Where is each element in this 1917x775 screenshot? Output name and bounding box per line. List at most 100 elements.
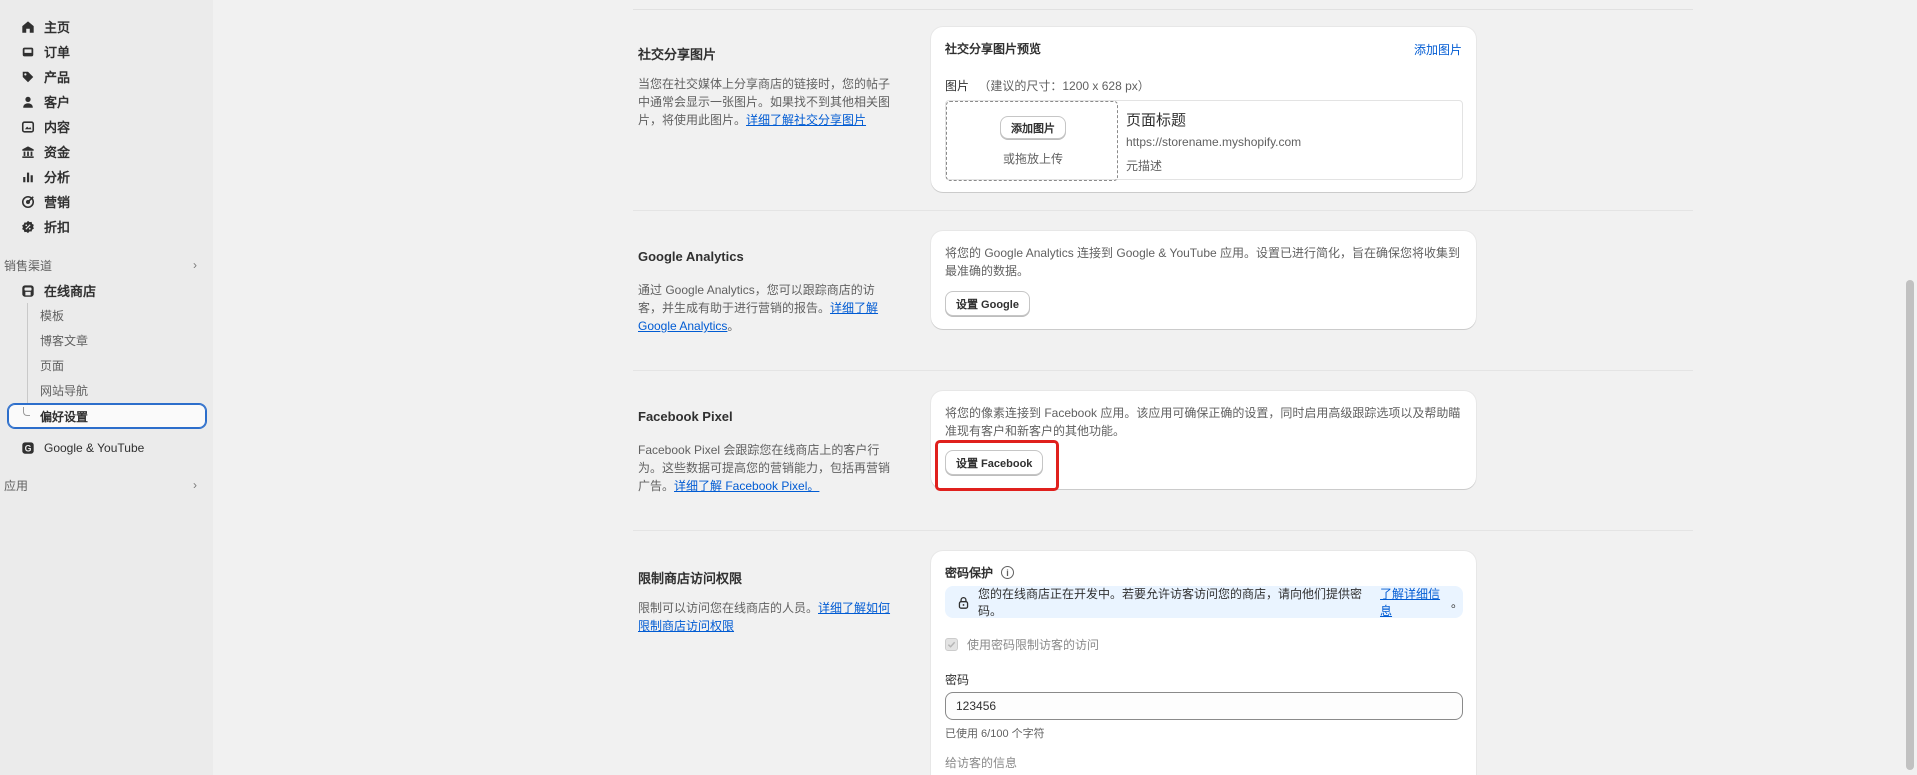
chevron-right-icon: ›	[193, 478, 197, 492]
access-section-desc: 限制可以访问您在线商店的人员。详细了解如何限制商店访问权限	[638, 599, 893, 635]
social-learn-more-link[interactable]: 详细了解社交分享图片	[746, 113, 866, 127]
sidebar: 主页 订单 产品 客户 内容 资金 分析 营销 折扣 销售渠道 › 在线商店 模…	[0, 0, 213, 775]
info-icon[interactable]: i	[1001, 566, 1015, 579]
google-section-title: Google Analytics	[638, 249, 744, 264]
banner-learn-more-link[interactable]: 了解详细信息	[1380, 585, 1451, 619]
sub-item-navigation[interactable]: 网站导航	[4, 378, 213, 403]
section-divider	[633, 210, 1693, 211]
sub-item-label: 页面	[40, 359, 65, 373]
nav-item-label: 客户	[44, 95, 71, 110]
nav-item-content[interactable]: 内容	[4, 114, 207, 139]
svg-text:G: G	[25, 443, 32, 453]
access-section-title: 限制商店访问权限	[638, 571, 743, 586]
desc-end: 。	[727, 319, 740, 333]
preview-title: 页面标题	[1126, 112, 1187, 129]
nav-item-label: 资金	[44, 145, 71, 160]
primary-nav: 主页 订单 产品 客户 内容 资金 分析 营销 折扣	[0, 14, 213, 239]
nav-item-orders[interactable]: 订单	[4, 39, 207, 64]
password-input[interactable]: 123456	[945, 692, 1463, 720]
social-section-title: 社交分享图片	[638, 47, 717, 62]
social-preview-card: 社交分享图片预览 添加图片 图片 （建议的尺寸：1200 x 628 px） 添…	[931, 27, 1476, 192]
password-label: 密码	[945, 673, 970, 687]
lock-icon	[957, 596, 970, 609]
visitor-message-label: 给访客的信息	[945, 756, 1018, 770]
nav-item-products[interactable]: 产品	[4, 64, 207, 89]
main-content: 社交分享图片 当您在社交媒体上分享商店的链接时，您的帖子中通常会显示一张图片。如…	[213, 0, 1903, 775]
nav-item-label: 分析	[44, 170, 71, 185]
nav-item-label: 订单	[44, 45, 71, 60]
tree-branch	[23, 407, 30, 416]
nav-item-label: 内容	[44, 120, 71, 135]
scrollbar-thumb[interactable]	[1906, 280, 1914, 770]
social-section-desc: 当您在社交媒体上分享商店的链接时，您的帖子中通常会显示一张图片。如果找不到其他相…	[638, 75, 893, 129]
highlight-box	[935, 440, 1059, 491]
nav-item-google-youtube[interactable]: G Google & YouTube	[4, 435, 207, 460]
sub-item-label: 网站导航	[40, 384, 89, 398]
nav-item-finance[interactable]: 资金	[4, 139, 207, 164]
char-count: 已使用 6/100 个字符	[945, 728, 1045, 740]
desc-text: 限制可以访问您在线商店的人员。	[638, 601, 819, 615]
nav-item-label: 主页	[44, 20, 71, 35]
sub-item-label: 模板	[40, 309, 65, 323]
google-card: 将您的 Google Analytics 连接到 Google & YouTub…	[931, 231, 1476, 329]
section-divider	[633, 530, 1693, 531]
facebook-section-title: Facebook Pixel	[638, 409, 733, 424]
setup-google-button[interactable]: 设置 Google	[945, 291, 1030, 316]
nav-item-analytics[interactable]: 分析	[4, 164, 207, 189]
add-image-link[interactable]: 添加图片	[1414, 41, 1462, 58]
section-divider	[633, 370, 1693, 371]
discount-icon	[20, 219, 36, 235]
content-icon	[20, 119, 36, 135]
checkbox-label: 使用密码限制访客的访问	[967, 638, 1100, 652]
home-icon	[20, 19, 36, 35]
nav-item-label: Google & YouTube	[44, 440, 145, 455]
card-title: 密码保护	[945, 566, 994, 580]
nav-item-label: 营销	[44, 195, 71, 210]
person-icon	[20, 94, 36, 110]
nav-item-label: 在线商店	[44, 284, 97, 299]
sub-item-blog-posts[interactable]: 博客文章	[4, 328, 213, 353]
preview-description: 元描述	[1126, 159, 1163, 173]
apps-header[interactable]: 应用 ›	[0, 472, 203, 498]
google-card-text: 将您的 Google Analytics 连接到 Google & YouTub…	[945, 246, 1461, 278]
sales-channels-header[interactable]: 销售渠道 ›	[0, 252, 203, 278]
nav-item-label: 产品	[44, 70, 71, 85]
nav-item-home[interactable]: 主页	[4, 14, 207, 39]
sales-channels-label: 销售渠道	[4, 258, 53, 273]
apps-label: 应用	[4, 478, 29, 493]
image-label: 图片 （建议的尺寸：1200 x 628 px）	[945, 77, 1150, 94]
sub-item-label: 博客文章	[40, 334, 89, 348]
preview-url: https://storename.myshopify.com	[1126, 135, 1302, 149]
google-icon: G	[20, 440, 36, 456]
inbox-icon	[20, 44, 36, 60]
sub-item-themes[interactable]: 模板	[4, 303, 213, 328]
banner-end: 。	[1450, 595, 1463, 610]
sub-item-preferences[interactable]: 偏好设置	[7, 403, 207, 429]
share-preview: 添加图片 或拖放上传 页面标题 https://storename.myshop…	[945, 100, 1463, 181]
image-dropzone[interactable]: 添加图片 或拖放上传	[946, 101, 1118, 181]
image-size-hint: （建议的尺寸：1200 x 628 px）	[978, 79, 1150, 93]
password-card: 密码保护 i 您的在线商店正在开发中。若要允许访客访问您的商店，请向他们提供密码…	[931, 551, 1476, 775]
sub-item-pages[interactable]: 页面	[4, 353, 213, 378]
restrict-access-checkbox[interactable]	[945, 638, 958, 651]
tree-line	[27, 303, 28, 410]
nav-item-marketing[interactable]: 营销	[4, 189, 207, 214]
nav-item-customers[interactable]: 客户	[4, 89, 207, 114]
chart-bar-icon	[20, 169, 36, 185]
nav-item-label: 折扣	[44, 220, 71, 235]
scrollbar[interactable]	[1903, 0, 1917, 775]
sub-item-label: 偏好设置	[40, 409, 89, 424]
card-title: 社交分享图片预览	[945, 42, 1042, 56]
store-icon	[20, 283, 36, 299]
facebook-section-desc: Facebook Pixel 会跟踪您在线商店上的客户行为。这些数据可提高您的营…	[638, 441, 893, 495]
nav-item-discounts[interactable]: 折扣	[4, 214, 207, 239]
banner-text: 您的在线商店正在开发中。若要允许访客访问您的商店，请向他们提供密码。	[978, 587, 1363, 618]
google-section-desc: 通过 Google Analytics，您可以跟踪商店的访客，并生成有助于进行营…	[638, 281, 893, 335]
password-protection-header: 密码保护 i	[945, 564, 1015, 581]
nav-item-online-store[interactable]: 在线商店	[4, 278, 207, 303]
info-banner: 您的在线商店正在开发中。若要允许访客访问您的商店，请向他们提供密码。 了解详细信息…	[945, 586, 1463, 618]
target-icon	[20, 194, 36, 210]
add-image-button[interactable]: 添加图片	[1000, 116, 1066, 139]
facebook-learn-more-link[interactable]: 详细了解 Facebook Pixel。	[674, 479, 819, 493]
facebook-card-text: 将您的像素连接到 Facebook 应用。该应用可确保正确的设置，同时启用高级跟…	[945, 406, 1461, 438]
